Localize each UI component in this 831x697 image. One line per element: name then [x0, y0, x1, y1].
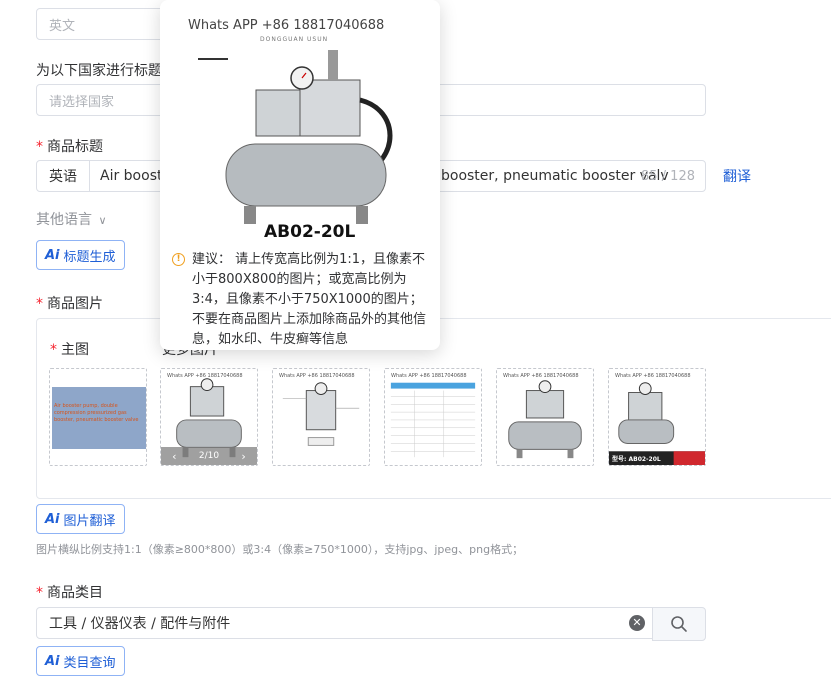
ai-category-query-button[interactable]: Ai 类目查询	[36, 646, 125, 676]
required-mark: *	[50, 342, 57, 358]
thumb-header-text: Whats APP +86 18817040688	[167, 373, 243, 379]
booster-product-image	[508, 380, 582, 459]
other-languages-label: 其他语言	[36, 212, 92, 228]
prev-arrow-icon[interactable]: ‹	[172, 450, 176, 463]
language-input[interactable]: 英文	[36, 8, 166, 40]
country-placeholder: 请选择国家	[49, 94, 115, 110]
image-preview-popover: Whats APP +86 18817040688 DONGGUAN USUN …	[160, 0, 440, 350]
category-value: 工具 / 仪器仪表 / 配件与附件	[49, 616, 231, 632]
title-count: 85 / 128	[641, 168, 695, 184]
main-image-label: * 主图	[50, 339, 89, 359]
image-thumb-6[interactable]: Whats APP +86 18817040688 型号: AB02-20L	[608, 368, 706, 466]
thumb-translated-area: Air booster pump, double compression pre…	[52, 387, 146, 449]
required-mark: *	[36, 296, 43, 312]
required-mark: *	[36, 585, 43, 601]
clear-icon[interactable]: ✕	[629, 615, 645, 631]
category-search-button[interactable]	[652, 607, 706, 641]
thumb-control-bar: ‹ 2/10 ›	[161, 447, 257, 465]
ai-title-generate-label: 标题生成	[63, 249, 116, 265]
required-mark: *	[36, 139, 43, 155]
ai-icon: Ai	[45, 653, 60, 669]
warning-icon: !	[172, 253, 185, 266]
category-label: * 商品类目	[36, 582, 103, 602]
popover-header: Whats APP +86 18817040688	[188, 18, 385, 33]
thumb-header-text: Whats APP +86 18817040688	[503, 373, 579, 379]
images-label-text: 商品图片	[47, 296, 103, 312]
popover-model-label: AB02-20L	[264, 222, 356, 242]
spec-table-image	[390, 382, 476, 458]
search-icon	[671, 616, 687, 632]
booster-product-image	[196, 50, 393, 224]
thumb-header-text: Whats APP +86 18817040688	[279, 373, 355, 379]
ai-icon: Ai	[45, 511, 60, 527]
ai-category-query-label: 类目查询	[63, 655, 116, 671]
thumb-header-text: Whats APP +86 18817040688	[615, 373, 691, 379]
thumb-page-indicator: 2/10	[198, 451, 220, 461]
images-label: * 商品图片	[36, 293, 103, 313]
translate-link[interactable]: 翻译	[723, 166, 751, 186]
image-thumb-3[interactable]: Whats APP +86 18817040688	[272, 368, 370, 466]
country-label: 为以下国家进行标题	[36, 63, 162, 79]
booster-product-image	[609, 382, 705, 465]
title-label: * 商品标题	[36, 136, 103, 156]
thumb-header-text: Whats APP +86 18817040688	[391, 373, 467, 379]
popover-advice: ! 建议： 请上传宽高比例为1:1，且像素不小于800X800的图片；或宽高比例…	[172, 250, 434, 350]
title-value-right: booster, pneumatic booster valv	[441, 168, 669, 184]
title-label-text: 商品标题	[47, 139, 103, 155]
image-thumb-4[interactable]: Whats APP +86 18817040688	[384, 368, 482, 466]
image-thumb-5[interactable]: Whats APP +86 18817040688	[496, 368, 594, 466]
booster-diagram-image	[282, 382, 360, 446]
category-input[interactable]: 工具 / 仪器仪表 / 配件与附件 ✕	[36, 607, 654, 639]
main-image-label-text: 主图	[61, 342, 89, 358]
image-thumb-main[interactable]: Air booster pump, double compression pre…	[49, 368, 147, 466]
thumb-translated-text: Air booster pump, double compression pre…	[54, 403, 139, 423]
image-thumb-2[interactable]: Whats APP +86 18817040688 ‹ 2/10 ›	[160, 368, 258, 466]
chevron-down-icon: ∨	[98, 214, 107, 227]
ai-image-translate-button[interactable]: Ai 图片翻译	[36, 504, 125, 534]
title-value-left: Air booste	[100, 168, 172, 184]
thumb-top-band	[50, 369, 146, 387]
other-languages-toggle[interactable]: 其他语言 ∨	[36, 209, 107, 229]
next-arrow-icon[interactable]: ›	[241, 450, 245, 463]
ai-icon: Ai	[45, 247, 60, 263]
popover-advice-text: 建议： 请上传宽高比例为1:1，且像素不小于800X800的图片；或宽高比例为3…	[192, 252, 427, 347]
thumb-model-label: 型号: AB02-20L	[612, 456, 661, 463]
title-lang-tag[interactable]: 英语	[37, 161, 90, 191]
image-requirements-hint: 图片横纵比例支持1:1（像素≥800*800）或3:4（像素≥750*1000）…	[36, 543, 524, 556]
language-placeholder: 英文	[49, 18, 76, 34]
category-label-text: 商品类目	[47, 585, 103, 601]
ai-title-generate-button[interactable]: Ai 标题生成	[36, 240, 125, 270]
ai-image-translate-label: 图片翻译	[63, 513, 116, 529]
